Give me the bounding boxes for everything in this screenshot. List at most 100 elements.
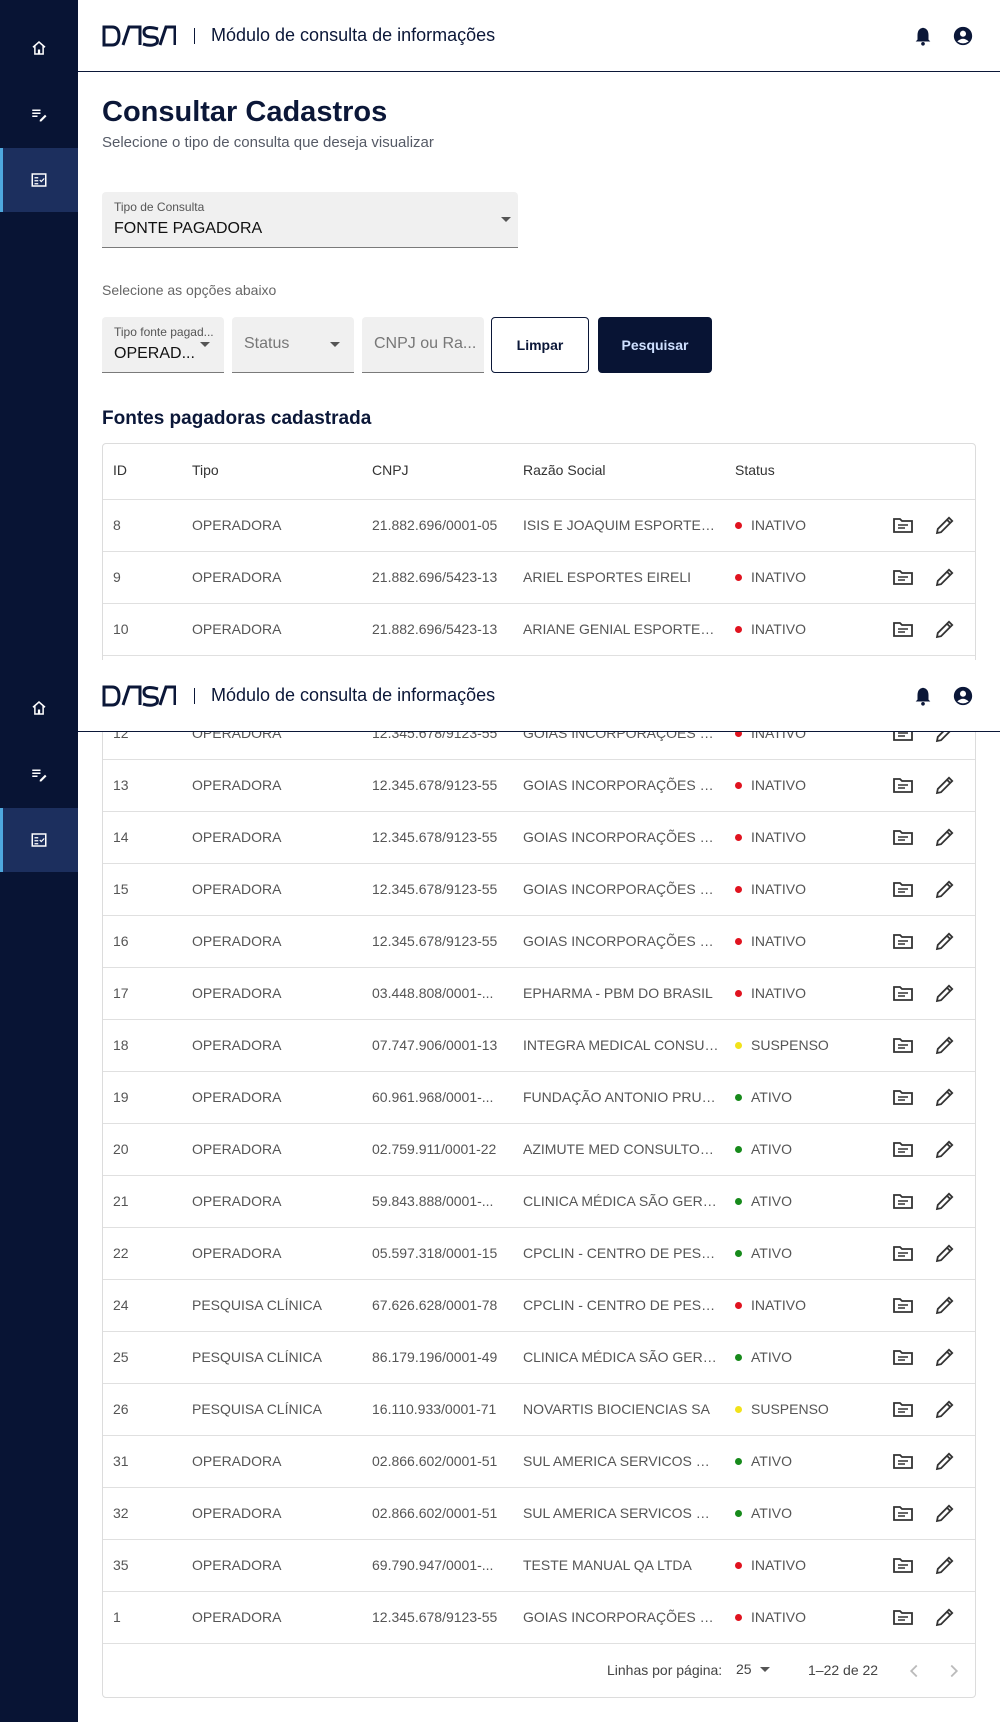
folder-open-icon[interactable] [891, 1501, 915, 1525]
folder-open-icon[interactable] [891, 877, 915, 901]
status-select[interactable]: Status [232, 317, 354, 373]
folder-open-icon[interactable] [891, 1033, 915, 1057]
tipo-consulta-select[interactable]: Tipo de Consulta FONTE PAGADORA [102, 192, 518, 248]
rows-per-page-select[interactable]: 25 [736, 1661, 770, 1677]
column-header-status[interactable]: Status [735, 462, 775, 478]
cell-tipo: OPERADORA [192, 881, 282, 897]
pencil-edit-icon[interactable] [933, 1553, 957, 1577]
pencil-edit-icon[interactable] [933, 1449, 957, 1473]
cell-tipo: OPERADORA [192, 1193, 282, 1209]
sidebar-item-home[interactable] [0, 16, 78, 80]
search-button[interactable]: Pesquisar [598, 317, 712, 373]
table-row[interactable]: 10 OPERADORA 21.882.696/5423-13 ARIANE GENI… [103, 604, 975, 656]
clear-button[interactable]: Limpar [491, 317, 589, 373]
logo-separator [194, 687, 195, 704]
pencil-edit-icon[interactable] [933, 1241, 957, 1265]
table-row[interactable]: 22 OPERADORA 05.597.318/0001-15 CPCLIN - CE… [103, 1228, 975, 1280]
pencil-edit-icon[interactable] [933, 1345, 957, 1369]
table-row[interactable]: 17 OPERADORA 03.448.808/0001-... EPHARMA - … [103, 968, 975, 1020]
folder-open-icon[interactable] [891, 1189, 915, 1213]
folder-open-icon[interactable] [891, 1345, 915, 1369]
cell-id: 1 [113, 1609, 121, 1625]
sidebar-item-cadastro[interactable] [0, 742, 78, 806]
app-title: Módulo de consulta de informações [211, 685, 496, 705]
status-cell: INATIVO [735, 777, 806, 793]
bell-icon[interactable] [912, 25, 934, 47]
pencil-edit-icon[interactable] [933, 825, 957, 849]
table-row[interactable]: 1 OPERADORA 12.345.678/9123-55 GOIAS INCORP… [103, 1592, 975, 1644]
status-cell: INATIVO [735, 1609, 806, 1625]
pencil-edit-icon[interactable] [933, 1293, 957, 1317]
pencil-edit-icon[interactable] [933, 1033, 957, 1057]
chevron-left-icon[interactable] [903, 1660, 925, 1682]
table-row[interactable]: 13 OPERADORA 12.345.678/9123-55 GOIAS INCOR… [103, 760, 975, 812]
folder-open-icon[interactable] [891, 773, 915, 797]
folder-open-icon[interactable] [891, 1605, 915, 1629]
table-row[interactable]: 20 OPERADORA 02.759.911/0001-22 AZIMUTE MED… [103, 1124, 975, 1176]
folder-open-icon[interactable] [891, 513, 915, 537]
table-row[interactable]: 16 OPERADORA 12.345.678/9123-55 GOIAS INCOR… [103, 916, 975, 968]
home-icon [32, 41, 46, 55]
folder-open-icon[interactable] [891, 565, 915, 589]
table-row[interactable]: 9 OPERADORA 21.882.696/5423-13 ARIEL ESPORT… [103, 552, 975, 604]
table-row[interactable]: 25 PESQUISA CLÍNICA 86.179.196/0001-49 CLIN… [103, 1332, 975, 1384]
pencil-edit-icon[interactable] [933, 565, 957, 589]
cell-razao-social: NOVARTIS BIOCIENCIAS SA [523, 1401, 710, 1417]
pencil-edit-icon[interactable] [933, 1501, 957, 1525]
pencil-edit-icon[interactable] [933, 513, 957, 537]
pencil-edit-icon[interactable] [933, 1397, 957, 1421]
folder-open-icon[interactable] [891, 1085, 915, 1109]
column-header-cnpj[interactable]: CNPJ [372, 462, 409, 478]
folder-open-icon[interactable] [891, 1137, 915, 1161]
cell-id: 13 [113, 777, 129, 793]
folder-open-icon[interactable] [891, 1449, 915, 1473]
bell-icon[interactable] [912, 685, 934, 707]
folder-open-icon[interactable] [891, 981, 915, 1005]
table-row[interactable]: 8 OPERADORA 21.882.696/0001-05 ISIS E JOAQU… [103, 500, 975, 552]
status-cell: ATIVO [735, 1349, 792, 1365]
folder-open-icon[interactable] [891, 1553, 915, 1577]
table-row[interactable]: 21 OPERADORA 59.843.888/0001-... CLINICA MÉ… [103, 1176, 975, 1228]
table-row[interactable]: 26 PESQUISA CLÍNICA 16.110.933/0001-71 NOVA… [103, 1384, 975, 1436]
sidebar-item-home[interactable] [0, 676, 78, 740]
pencil-edit-icon[interactable] [933, 929, 957, 953]
column-header-tipo[interactable]: Tipo [192, 462, 219, 478]
pencil-edit-icon[interactable] [933, 1605, 957, 1629]
account-circle-icon[interactable] [952, 25, 974, 47]
pencil-edit-icon[interactable] [933, 1137, 957, 1161]
pencil-edit-icon[interactable] [933, 773, 957, 797]
table-row[interactable]: 14 OPERADORA 12.345.678/9123-55 GOIAS INCOR… [103, 812, 975, 864]
pencil-edit-icon[interactable] [933, 1085, 957, 1109]
status-dot [735, 1197, 742, 1205]
pencil-edit-icon[interactable] [933, 877, 957, 901]
account-circle-icon[interactable] [952, 685, 974, 707]
table-row[interactable]: 24 PESQUISA CLÍNICA 67.626.628/0001-78 CPCL… [103, 1280, 975, 1332]
tipo-fonte-select[interactable]: Tipo fonte pagad... OPERAD... [102, 317, 224, 373]
table-row[interactable]: 18 OPERADORA 07.747.906/0001-13 INTEGRA MED… [103, 1020, 975, 1072]
pencil-edit-icon[interactable] [933, 617, 957, 641]
status-text: INATIVO [751, 881, 806, 897]
pencil-edit-icon[interactable] [933, 1189, 957, 1213]
folder-open-icon[interactable] [891, 617, 915, 641]
column-header-id[interactable]: ID [113, 462, 127, 478]
sidebar-item-cadastro[interactable] [0, 82, 78, 146]
folder-open-icon[interactable] [891, 929, 915, 953]
column-header-razao-social[interactable]: Razão Social [523, 462, 606, 478]
table-row[interactable]: 19 OPERADORA 60.961.968/0001-... FUNDAÇÃO A… [103, 1072, 975, 1124]
chevron-right-icon[interactable] [943, 1660, 965, 1682]
table-row[interactable]: 32 OPERADORA 02.866.602/0001-51 SUL AMERICA… [103, 1488, 975, 1540]
dasa-logo [102, 685, 176, 707]
table-row[interactable]: 35 OPERADORA 69.790.947/0001-... TESTE MANU… [103, 1540, 975, 1592]
pencil-edit-icon[interactable] [933, 981, 957, 1005]
table-row[interactable]: 31 OPERADORA 02.866.602/0001-51 SUL AMERICA… [103, 1436, 975, 1488]
top-bar: Módulo de consulta de informações [78, 660, 1000, 732]
status-text: INATIVO [751, 1557, 806, 1573]
cnpj-input[interactable]: CNPJ ou Ra... [362, 317, 484, 373]
sidebar-item-consulta[interactable] [0, 808, 78, 872]
folder-open-icon[interactable] [891, 1293, 915, 1317]
table-row[interactable]: 15 OPERADORA 12.345.678/9123-55 GOIAS INCOR… [103, 864, 975, 916]
folder-open-icon[interactable] [891, 1397, 915, 1421]
sidebar-item-consulta[interactable] [0, 148, 78, 212]
folder-open-icon[interactable] [891, 1241, 915, 1265]
folder-open-icon[interactable] [891, 825, 915, 849]
